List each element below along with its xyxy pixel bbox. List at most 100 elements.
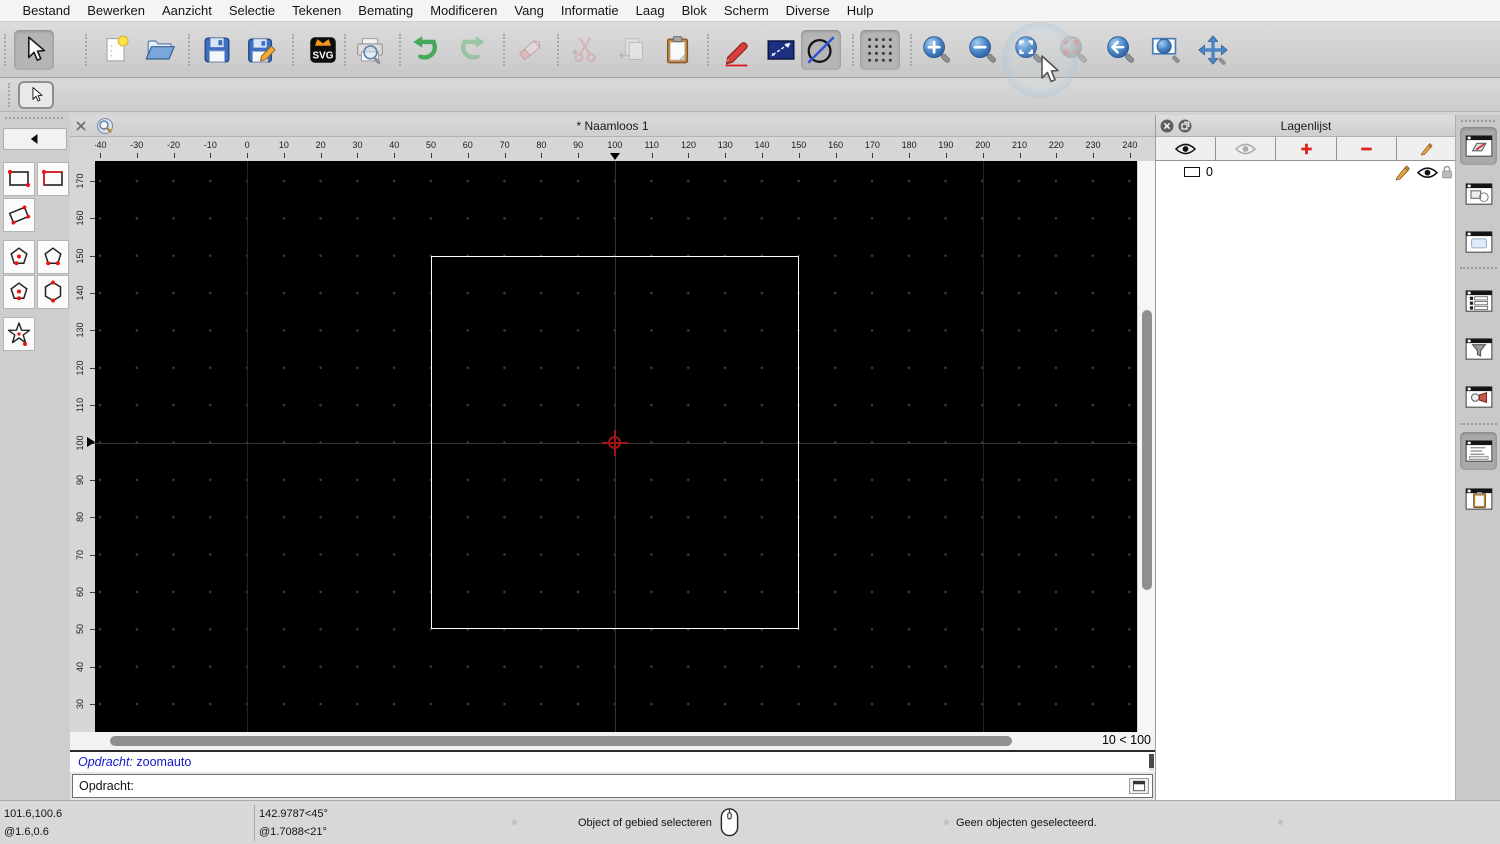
polygon-2-corners-button[interactable] [37,240,69,274]
ruler-label: -10 [203,140,217,150]
pan-button[interactable] [1193,30,1233,70]
menu-scherm[interactable]: Scherm [715,3,777,18]
menu-laag[interactable]: Laag [627,3,673,18]
add-layer-button[interactable] [1276,137,1337,161]
ruler-tick [247,153,249,158]
library-browser-panel-button[interactable] [1460,223,1497,261]
rectangle-2-corners-button[interactable] [3,162,35,196]
ruler-label: 210 [1011,140,1028,150]
layer-row[interactable]: 0 [1156,161,1456,184]
menu-bestand[interactable]: Bestand [14,3,79,18]
ruler-label: 0 [244,140,250,150]
view-panel-button[interactable] [1460,378,1497,416]
hexagon-icon [38,277,68,307]
ruler-label: 90 [75,474,85,485]
menu-diverse[interactable]: Diverse [777,3,838,18]
rectangle-rotated-button[interactable] [3,198,35,232]
history-scrollbar-thumb[interactable] [1149,754,1154,768]
save-button[interactable] [197,30,237,70]
drawing-canvas[interactable] [95,161,1137,732]
zoom-in-button[interactable] [916,30,956,70]
meta-grid-line [983,161,984,732]
menu-modificeren[interactable]: Modificeren [422,3,506,18]
zoom-window-button[interactable] [1146,30,1186,70]
layer-list-panel-button[interactable] [1460,127,1497,165]
layer-visibility-eye-icon[interactable] [1417,166,1438,179]
zoom-out-icon [965,33,999,67]
grid-toggle-button[interactable] [860,30,900,70]
active-tool-button[interactable] [18,81,54,109]
print-preview-icon [353,33,387,67]
toolbar-separator [344,34,346,66]
new-file-button[interactable] [96,30,136,70]
rectangle-size-button[interactable] [37,162,69,196]
star-tool-button[interactable] [3,317,35,351]
horizontal-scrollbar[interactable]: 10 < 100 [70,732,1155,750]
edit-layer-button[interactable] [1396,137,1457,161]
command-line-panel-button[interactable] [1460,432,1497,470]
dimension-mode-button[interactable] [761,30,801,70]
cut-button[interactable] [565,30,605,70]
zoom-auto-button[interactable] [1008,30,1048,70]
clipboard-panel-button[interactable] [1460,480,1497,518]
menu-informatie[interactable]: Informatie [552,3,627,18]
open-file-button[interactable] [140,30,180,70]
polygon-center-corner-button[interactable] [3,240,35,274]
command-input[interactable]: Opdracht: [72,774,1153,798]
ruler-label: 10 [278,140,289,150]
history-scrollbar[interactable] [1149,754,1154,771]
zoom-out-button[interactable] [962,30,1002,70]
property-list-panel-button[interactable] [1460,282,1497,320]
redo-button[interactable] [452,30,492,70]
remove-layer-button[interactable] [1336,137,1397,161]
horizontal-scrollbar-thumb[interactable] [110,736,1012,746]
menu-bemating[interactable]: Bemating [350,3,422,18]
menu-vang[interactable]: Vang [506,3,552,18]
undo-button[interactable] [406,30,446,70]
command-window-button[interactable] [1129,778,1149,794]
print-preview-button[interactable] [350,30,390,70]
ruler-tick [504,153,506,158]
dock-separator [1460,423,1497,425]
redo-icon [455,33,489,67]
menu-blok[interactable]: Blok [673,3,715,18]
construction-mode-button[interactable] [801,30,841,70]
menu-tekenen[interactable]: Tekenen [284,3,350,18]
palette-back-button[interactable] [3,128,67,150]
hide-all-layers-button[interactable] [1216,137,1277,161]
select-arrow-icon [17,33,51,67]
layer-edit-pencil-icon[interactable] [1394,164,1411,181]
selection-status-text: Geen objecten geselecteerd. [956,817,1097,829]
vertical-scrollbar-thumb[interactable] [1141,310,1152,590]
layer-lock-icon[interactable] [1441,165,1453,180]
zoom-selection-button[interactable] [1053,30,1093,70]
polygon-side-button[interactable] [37,275,69,309]
command-history-label: Opdracht: [78,755,133,769]
copy-button[interactable] [612,30,652,70]
draw-mode-button[interactable] [717,30,757,70]
delete-button[interactable] [510,30,550,70]
svg-export-button[interactable]: SVG [303,30,343,70]
paste-button[interactable] [658,30,698,70]
layer-color-swatch[interactable] [1184,167,1200,177]
selection-filter-panel-button[interactable] [1460,330,1497,368]
show-all-layers-button[interactable] [1156,137,1217,161]
menu-bewerken[interactable]: Bewerken [79,3,154,18]
polygon-center-edge-button[interactable] [3,275,35,309]
ruler-tick [541,153,543,158]
ruler-tick [283,153,285,158]
menu-aanzicht[interactable]: Aanzicht [154,3,221,18]
menu-selectie[interactable]: Selectie [220,3,283,18]
menu-hulp[interactable]: Hulp [838,3,882,18]
mouse-icon [719,807,740,839]
ruler-label: 150 [75,248,85,264]
layer-name: 0 [1206,165,1213,179]
select-tool-button[interactable] [14,30,54,70]
block-list-panel-button[interactable] [1460,175,1497,213]
ruler-label: 130 [75,322,85,338]
vertical-scrollbar[interactable] [1137,161,1155,732]
ruler-label: 220 [1048,140,1064,150]
save-as-button[interactable] [241,30,281,70]
zoom-previous-button[interactable] [1100,30,1140,70]
ruler-label: 180 [901,140,917,150]
